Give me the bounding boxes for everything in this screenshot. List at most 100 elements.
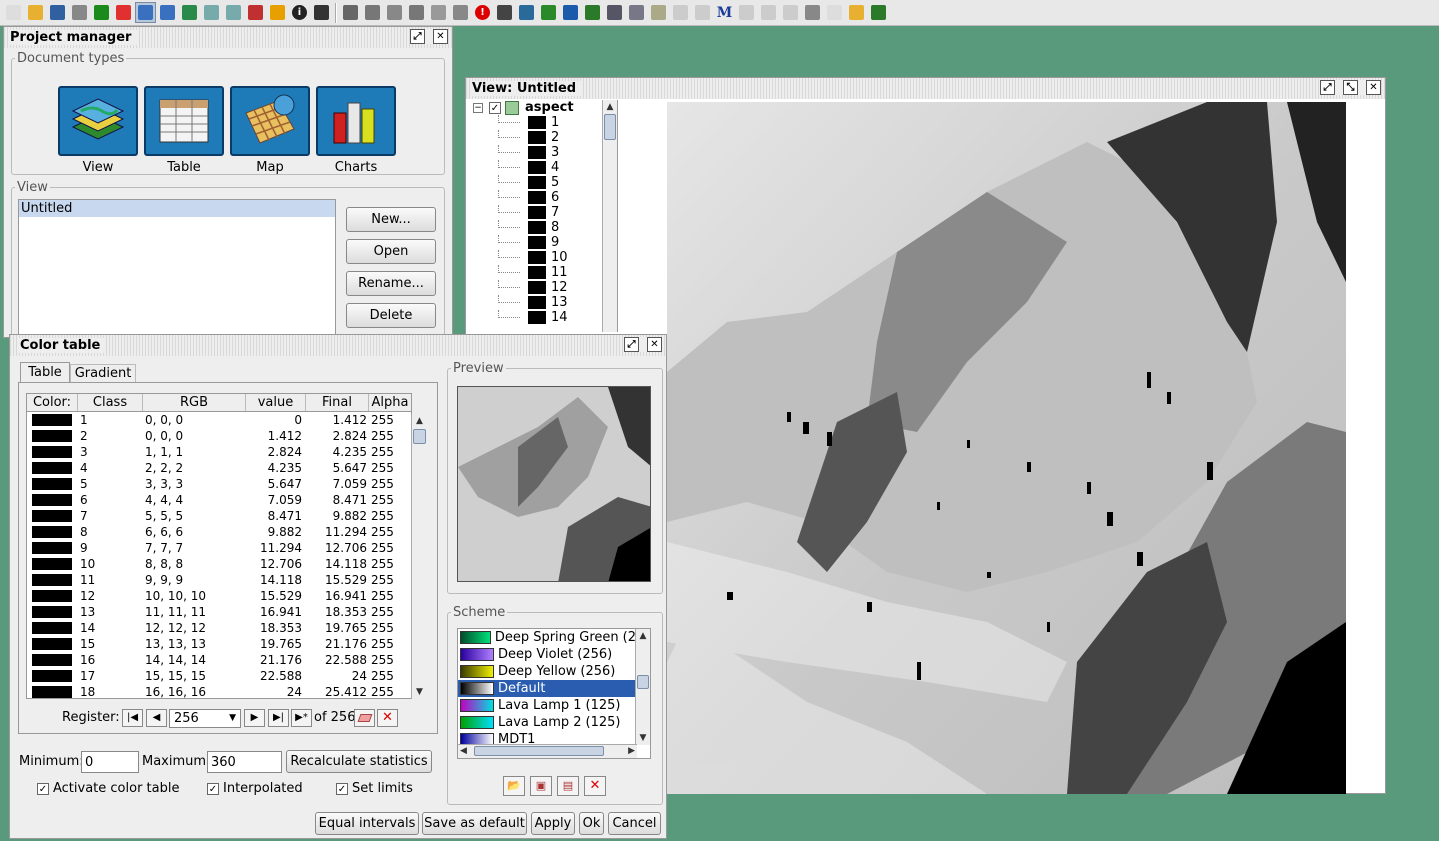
scheme-item[interactable]: Default (458, 680, 636, 697)
cell-final[interactable]: 25.412 (306, 684, 369, 698)
color-swatch[interactable] (32, 494, 72, 506)
column-header[interactable]: Final (306, 394, 369, 411)
save-icon[interactable] (47, 2, 68, 23)
info-icon[interactable]: i (289, 2, 310, 23)
cell-final[interactable]: 5.647 (306, 460, 369, 476)
table-row[interactable]: 2 0, 0, 0 1.412 2.824 255 (27, 428, 411, 444)
register-select[interactable]: 256 ▼ (169, 709, 241, 728)
table-row[interactable]: 6 4, 4, 4 7.059 8.471 255 (27, 492, 411, 508)
cell-final[interactable]: 11.294 (306, 524, 369, 540)
cell-alpha[interactable]: 255 (369, 620, 409, 636)
scroll-thumb[interactable] (604, 114, 616, 140)
collapse-icon[interactable]: − (473, 102, 483, 113)
flag3-icon[interactable] (736, 2, 757, 23)
color-swatch[interactable] (32, 510, 72, 522)
doc-type-view[interactable]: View (58, 86, 138, 176)
cell-value[interactable]: 2.824 (246, 444, 306, 460)
text-m-icon[interactable]: M (714, 2, 735, 23)
cell-alpha[interactable]: 255 (369, 588, 409, 604)
cell-value[interactable]: 5.647 (246, 476, 306, 492)
cell-rgb[interactable]: 0, 0, 0 (143, 428, 246, 444)
interpolated-checkbox[interactable]: ✓ Interpolated (207, 781, 303, 796)
select-poly-icon[interactable] (384, 2, 405, 23)
table-row[interactable]: 15 13, 13, 13 19.765 21.176 255 (27, 636, 411, 652)
table-row[interactable]: 16 14, 14, 14 21.176 22.588 255 (27, 652, 411, 668)
close-icon[interactable]: ✕ (1366, 80, 1381, 95)
table-view-icon[interactable] (824, 2, 845, 23)
recalculate-statistics-button[interactable]: Recalculate statistics (286, 750, 432, 773)
table-row[interactable]: 3 1, 1, 1 2.824 4.235 255 (27, 444, 411, 460)
scroll-up-arrow[interactable]: ▲ (412, 414, 427, 428)
table-row[interactable]: 8 6, 6, 6 9.882 11.294 255 (27, 524, 411, 540)
cell-final[interactable]: 12.706 (306, 540, 369, 556)
cell-class[interactable]: 5 (78, 476, 143, 492)
flag5-icon[interactable] (780, 2, 801, 23)
scheme-list-scrollbar[interactable]: ▲ ▼ (635, 629, 650, 745)
scroll-up-arrow[interactable]: ▲ (603, 100, 617, 114)
scroll-left-arrow[interactable]: ◀ (460, 744, 467, 758)
cell-rgb[interactable]: 16, 16, 16 (143, 684, 246, 698)
cell-value[interactable]: 24 (246, 684, 306, 698)
cell-value[interactable]: 14.118 (246, 572, 306, 588)
table-row[interactable]: 13 11, 11, 11 16.941 18.353 255 (27, 604, 411, 620)
cell-alpha[interactable]: 255 (369, 572, 409, 588)
zoom-select-icon[interactable] (91, 2, 112, 23)
table-row[interactable]: 18 16, 16, 16 24 25.412 255 (27, 684, 411, 698)
cell-value[interactable]: 0 (246, 412, 306, 428)
select-layer-icon[interactable] (267, 2, 288, 23)
lasso-icon[interactable] (802, 2, 823, 23)
cell-final[interactable]: 1.412 (306, 412, 369, 428)
cell-value[interactable]: 7.059 (246, 492, 306, 508)
scroll-thumb[interactable] (474, 746, 604, 756)
delete-record-icon[interactable]: ✕ (377, 709, 398, 727)
cell-alpha[interactable]: 255 (369, 636, 409, 652)
scroll-down-arrow[interactable]: ▼ (636, 731, 650, 745)
flag4-icon[interactable] (758, 2, 779, 23)
minimum-input[interactable] (81, 751, 139, 773)
table-row[interactable]: 5 3, 3, 3 5.647 7.059 255 (27, 476, 411, 492)
toc-scrollbar[interactable]: ▲ (602, 100, 617, 332)
scheme-copy-icon[interactable]: ▤ (557, 776, 579, 796)
color-swatch[interactable] (32, 606, 72, 618)
table-row[interactable]: 17 15, 15, 15 22.588 24 255 (27, 668, 411, 684)
cell-alpha[interactable]: 255 (369, 540, 409, 556)
color-swatch[interactable] (32, 462, 72, 474)
copy-icon[interactable] (626, 2, 647, 23)
cell-rgb[interactable]: 10, 10, 10 (143, 588, 246, 604)
doc-type-map[interactable]: Map (230, 86, 310, 176)
folder-open-icon[interactable] (846, 2, 867, 23)
color-swatch[interactable] (32, 558, 72, 570)
cell-class[interactable]: 15 (78, 636, 143, 652)
cell-class[interactable]: 17 (78, 668, 143, 684)
color-table-titlebar[interactable]: Color table ⤢ ✕ (10, 335, 666, 356)
prev-record-button[interactable]: ◀ (146, 709, 167, 727)
view-window-titlebar[interactable]: View: Untitled ⤢ ⤡ ✕ (466, 78, 1385, 99)
color-swatch[interactable] (32, 414, 72, 426)
cell-final[interactable]: 22.588 (306, 652, 369, 668)
next-record-button[interactable]: ▶ (244, 709, 265, 727)
full-extent-icon[interactable] (113, 2, 134, 23)
export-icon[interactable] (868, 2, 889, 23)
cell-class[interactable]: 12 (78, 588, 143, 604)
cell-value[interactable]: 8.471 (246, 508, 306, 524)
cell-rgb[interactable]: 5, 5, 5 (143, 508, 246, 524)
cell-rgb[interactable]: 8, 8, 8 (143, 556, 246, 572)
project-manager-titlebar[interactable]: Project manager ⤢ ✕ (4, 27, 452, 48)
cell-class[interactable]: 10 (78, 556, 143, 572)
cell-class[interactable]: 8 (78, 524, 143, 540)
column-header[interactable]: Alpha (369, 394, 411, 411)
scheme-item[interactable]: Deep Violet (256) (458, 646, 636, 663)
table-row[interactable]: 9 7, 7, 7 11.294 12.706 255 (27, 540, 411, 556)
cell-value[interactable]: 15.529 (246, 588, 306, 604)
maximum-input[interactable] (207, 751, 282, 773)
zoom-out-icon[interactable] (157, 2, 178, 23)
rename-view-button[interactable]: Rename... (346, 271, 436, 296)
zoom-next-icon[interactable] (223, 2, 244, 23)
table-row[interactable]: 11 9, 9, 9 14.118 15.529 255 (27, 572, 411, 588)
cell-value[interactable]: 12.706 (246, 556, 306, 572)
set-limits-checkbox[interactable]: ✓ Set limits (336, 781, 413, 796)
scheme-delete-icon[interactable]: ✕ (584, 776, 606, 796)
cell-final[interactable]: 15.529 (306, 572, 369, 588)
undock-icon[interactable]: ⤢ (624, 337, 639, 352)
select-circle-icon[interactable] (406, 2, 427, 23)
